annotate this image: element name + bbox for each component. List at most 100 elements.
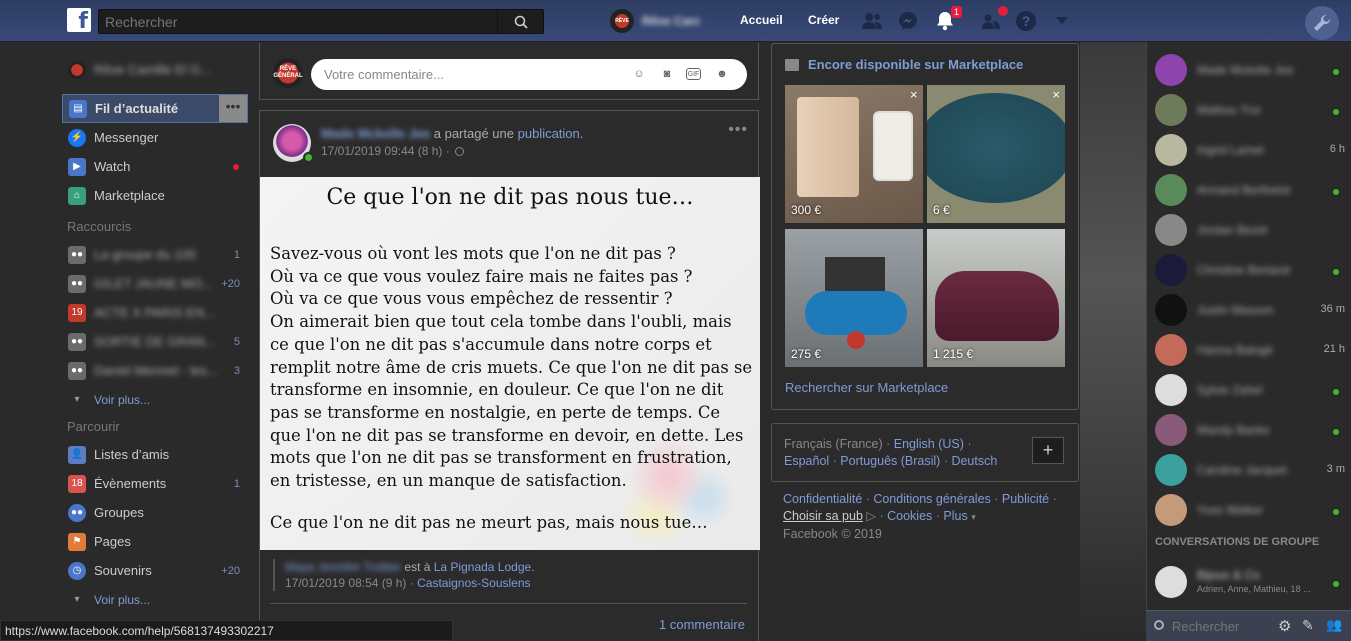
- shortcut-label: GILET JAUNE MO...: [94, 276, 213, 291]
- comments-count-link[interactable]: 1 commentaire: [659, 617, 745, 632]
- marketplace-item[interactable]: 275 €: [785, 229, 923, 367]
- post-timestamp[interactable]: 17/01/2019 09:44 (8 h) ·: [321, 144, 465, 158]
- group-icon: ●●: [68, 361, 86, 380]
- shortcut-item[interactable]: ●● SORTIE DE GRAN... 5: [62, 327, 248, 356]
- emoji-icon[interactable]: ☺: [631, 66, 647, 82]
- chat-contact-item[interactable]: Mandy Banks: [1155, 410, 1345, 446]
- home-link[interactable]: Accueil: [740, 13, 783, 27]
- chat-contact-item[interactable]: Sylvie Zahel: [1155, 370, 1345, 406]
- adchoices-icon: ▷: [866, 509, 877, 523]
- sidebar-item-label: Watch: [94, 159, 131, 174]
- chat-contact-item[interactable]: Ingrid Lamet 6 h: [1155, 130, 1345, 166]
- footer-link[interactable]: Cookies: [887, 509, 932, 523]
- messenger-icon[interactable]: [897, 10, 919, 32]
- quick-help-icon[interactable]: [980, 6, 1008, 32]
- help-icon[interactable]: ?: [1015, 10, 1037, 32]
- language-link[interactable]: Deutsch: [951, 454, 997, 468]
- sidebar-item-messenger[interactable]: ⚡ Messenger: [62, 123, 248, 152]
- marketplace-search-link[interactable]: Rechercher sur Marketplace: [785, 380, 948, 395]
- sidebar-item-groups[interactable]: ●● Groupes: [62, 498, 248, 527]
- group-conversation-item[interactable]: Bijoux & Co Adrien, Anne, Mathieu, 18 ..…: [1155, 562, 1345, 598]
- shortcut-item[interactable]: ●● Daniel Mermet - les... 3: [62, 356, 248, 385]
- chat-contact-item[interactable]: Hanna Balogé 21 h: [1155, 330, 1345, 366]
- chat-contact-item[interactable]: Christine Bertand: [1155, 250, 1345, 286]
- shared-timestamp[interactable]: 17/01/2019 08:54 (9 h) ·: [285, 576, 414, 590]
- marketplace-item[interactable]: 300 €: [785, 85, 923, 223]
- post-object-link[interactable]: publication: [518, 126, 580, 141]
- comment-input[interactable]: Votre commentaire... ☺ ◙ GIF ☻: [311, 59, 747, 90]
- shared-location[interactable]: Castaignos-Souslens: [417, 576, 530, 590]
- see-more-shortcuts[interactable]: ▾ Voir plus...: [62, 385, 248, 414]
- sidebar-item-memories[interactable]: ◷ Souvenirs +20: [62, 556, 248, 585]
- camera-icon[interactable]: ◙: [659, 66, 675, 82]
- chat-contact-item[interactable]: Yves Walker: [1155, 490, 1345, 526]
- contact-name: Mandy Banks: [1197, 423, 1270, 437]
- sidebar-item-watch[interactable]: ▶ Watch: [62, 152, 248, 181]
- footer-link[interactable]: Choisir sa pub: [783, 509, 863, 523]
- sidebar-item-label: Listes d’amis: [94, 447, 170, 462]
- language-link[interactable]: Português (Brasil): [840, 454, 940, 468]
- profile-shortcut[interactable]: Rêve Camille El G...: [62, 55, 248, 84]
- post-image[interactable]: Ce que l'on ne dit pas nous tue… Savez-v…: [260, 177, 760, 550]
- shared-author[interactable]: Maya Jennifer Trottier: [285, 560, 401, 574]
- chevron-down-icon[interactable]: [1051, 10, 1073, 32]
- online-indicator: [1333, 269, 1339, 275]
- chat-contact-item[interactable]: Justin Masson 36 m: [1155, 290, 1345, 326]
- chevron-down-icon: ▾: [74, 594, 80, 605]
- sidebar-item-friend-lists[interactable]: 👤 Listes d’amis: [62, 440, 248, 469]
- language-link[interactable]: Español: [784, 454, 829, 468]
- profile-link[interactable]: RÊVE Rêve Carc: [610, 9, 701, 33]
- footer-link[interactable]: Plus: [943, 509, 967, 523]
- footer-link[interactable]: Confidentialité: [783, 492, 862, 506]
- sidebar-item-newsfeed[interactable]: ▤ Fil d’actualité •••: [62, 94, 248, 123]
- facebook-logo[interactable]: f: [67, 8, 91, 34]
- sticker-icon[interactable]: ☻: [714, 66, 730, 82]
- chat-contact-item[interactable]: Jordan Bezel: [1155, 210, 1345, 246]
- footer-link[interactable]: Conditions générales: [873, 492, 990, 506]
- see-more-explore[interactable]: ▾ Voir plus...: [62, 585, 248, 614]
- post-options-button[interactable]: •••: [728, 121, 748, 139]
- marketplace-item[interactable]: × 6 €: [927, 85, 1065, 223]
- sidebar-item-label: Marketplace: [94, 188, 165, 203]
- item-image-phone-box: [797, 97, 859, 197]
- contact-name: Christine Bertand: [1197, 263, 1290, 277]
- search-input[interactable]: [99, 10, 489, 33]
- gear-icon[interactable]: ⚙: [1278, 617, 1291, 635]
- bell-icon[interactable]: 1: [934, 6, 962, 32]
- marketplace-item[interactable]: 1 215 €: [927, 229, 1065, 367]
- sidebar-item-events[interactable]: 18 Évènements 1: [62, 469, 248, 498]
- language-link[interactable]: English (US): [894, 437, 964, 451]
- shared-post-info: Maya Jennifer Trottier est à La Pignada …: [273, 559, 535, 591]
- add-language-button[interactable]: +: [1032, 437, 1064, 464]
- shortcut-item[interactable]: ●● La groupe du 100 1: [62, 240, 248, 269]
- friends-icon[interactable]: [861, 10, 883, 32]
- search-button[interactable]: [497, 10, 543, 33]
- sidebar-item-pages[interactable]: ⚑ Pages: [62, 527, 248, 556]
- contact-name: Yves Walker: [1197, 503, 1264, 517]
- online-indicator: [1333, 429, 1339, 435]
- messenger-icon: ⚡: [68, 128, 86, 147]
- more-options-button[interactable]: •••: [219, 95, 247, 122]
- post-author[interactable]: Made Mckelle Jee: [321, 126, 430, 141]
- compose-icon[interactable]: ✎: [1302, 617, 1314, 634]
- wrench-icon[interactable]: [1305, 6, 1339, 40]
- sidebar-item-marketplace[interactable]: ⌂ Marketplace: [62, 181, 248, 210]
- gif-icon[interactable]: GIF: [686, 68, 701, 80]
- chat-contact-item[interactable]: Made Mckelle Jee: [1155, 50, 1345, 86]
- chat-contact-item[interactable]: Mathou Troi: [1155, 90, 1345, 126]
- chevron-down-icon: ▾: [74, 394, 80, 405]
- sidebar-item-label: Évènements: [94, 476, 167, 491]
- shortcut-item[interactable]: 19 ACTE X PARIS EN...: [62, 298, 248, 327]
- avatar: [1155, 254, 1187, 286]
- footer-link[interactable]: Publicité: [1002, 492, 1049, 506]
- shortcut-item[interactable]: ●● GILET JAUNE MO... +20: [62, 269, 248, 298]
- chat-search-input[interactable]: [1172, 616, 1272, 637]
- chat-contact-item[interactable]: Caroline Jacquet 3 m: [1155, 450, 1345, 486]
- close-icon[interactable]: ×: [910, 87, 1073, 102]
- group-chat-icon[interactable]: 👥: [1326, 617, 1342, 633]
- shared-place[interactable]: La Pignada Lodge: [434, 560, 531, 574]
- avatar: [1155, 294, 1187, 326]
- marketplace-title[interactable]: Encore disponible sur Marketplace: [785, 57, 1023, 72]
- create-link[interactable]: Créer: [808, 13, 839, 27]
- chat-contact-item[interactable]: Armand Berthelot: [1155, 170, 1345, 206]
